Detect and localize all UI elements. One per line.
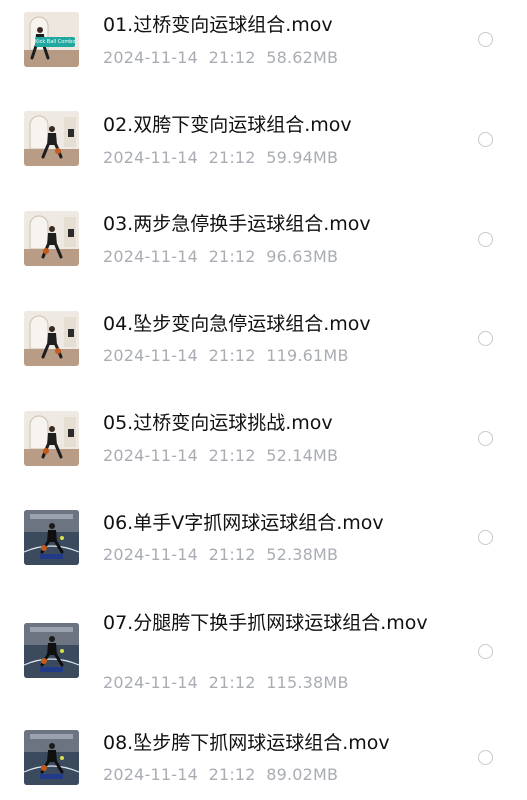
file-date: 2024-11-14 xyxy=(103,446,198,465)
file-time: 21:12 xyxy=(208,247,256,266)
file-time: 21:12 xyxy=(208,148,256,167)
file-time: 21:12 xyxy=(208,48,256,67)
file-time: 21:12 xyxy=(208,673,256,692)
file-date: 2024-11-14 xyxy=(103,545,198,564)
select-radio[interactable] xyxy=(478,32,493,47)
video-thumbnail[interactable]: Kick Ball Combo xyxy=(24,12,79,67)
file-size: 119.61MB xyxy=(266,346,349,365)
select-radio[interactable] xyxy=(478,232,493,247)
select-radio[interactable] xyxy=(478,530,493,545)
video-thumbnail[interactable] xyxy=(24,510,79,565)
file-date: 2024-11-14 xyxy=(103,148,198,167)
file-meta: 2024-11-14 21:12 89.02MB xyxy=(103,765,338,785)
video-thumbnail[interactable] xyxy=(24,411,79,466)
video-thumbnail[interactable] xyxy=(24,211,79,266)
file-time: 21:12 xyxy=(208,346,256,365)
video-thumbnail[interactable] xyxy=(24,111,79,166)
file-date: 2024-11-14 xyxy=(103,765,198,784)
file-size: 89.02MB xyxy=(266,765,339,784)
video-thumbnail[interactable] xyxy=(24,730,79,785)
file-size: 52.14MB xyxy=(266,446,339,465)
file-name[interactable]: 07.分腿胯下换手抓网球运球组合.mov xyxy=(103,611,433,636)
file-list: Kick Ball Combo 01.过桥变向运球组合.mov 2024-11-14… xyxy=(0,0,527,800)
video-thumbnail[interactable] xyxy=(24,311,79,366)
file-meta: 2024-11-14 21:12 58.62MB xyxy=(103,48,338,68)
file-name[interactable]: 06.单手V字抓网球运球组合.mov xyxy=(103,511,433,536)
file-meta: 2024-11-14 21:12 52.14MB xyxy=(103,446,338,466)
file-size: 52.38MB xyxy=(266,545,339,564)
select-radio[interactable] xyxy=(478,431,493,446)
file-meta: 2024-11-14 21:12 115.38MB xyxy=(103,673,349,693)
file-name[interactable]: 08.坠步胯下抓网球运球组合.mov xyxy=(103,731,433,756)
select-radio[interactable] xyxy=(478,331,493,346)
video-thumbnail[interactable] xyxy=(24,623,79,678)
file-date: 2024-11-14 xyxy=(103,673,198,692)
select-radio[interactable] xyxy=(478,132,493,147)
file-size: 96.63MB xyxy=(266,247,339,266)
select-radio[interactable] xyxy=(478,644,493,659)
file-size: 115.38MB xyxy=(266,673,349,692)
select-radio[interactable] xyxy=(478,750,493,765)
file-meta: 2024-11-14 21:12 119.61MB xyxy=(103,346,349,366)
file-date: 2024-11-14 xyxy=(103,346,198,365)
file-meta: 2024-11-14 21:12 59.94MB xyxy=(103,148,338,168)
file-time: 21:12 xyxy=(208,545,256,564)
file-time: 21:12 xyxy=(208,765,256,784)
file-date: 2024-11-14 xyxy=(103,48,198,67)
file-name[interactable]: 05.过桥变向运球挑战.mov xyxy=(103,411,433,436)
thumbnail-caption: Kick Ball Combo xyxy=(35,39,75,45)
file-name[interactable]: 02.双胯下变向运球组合.mov xyxy=(103,113,433,138)
file-name[interactable]: 04.坠步变向急停运球组合.mov xyxy=(103,312,433,337)
file-meta: 2024-11-14 21:12 52.38MB xyxy=(103,545,338,565)
file-meta: 2024-11-14 21:12 96.63MB xyxy=(103,247,338,267)
file-name[interactable]: 01.过桥变向运球组合.mov xyxy=(103,13,433,38)
file-size: 59.94MB xyxy=(266,148,339,167)
file-name[interactable]: 03.两步急停换手运球组合.mov xyxy=(103,212,433,237)
file-size: 58.62MB xyxy=(266,48,339,67)
file-date: 2024-11-14 xyxy=(103,247,198,266)
file-time: 21:12 xyxy=(208,446,256,465)
